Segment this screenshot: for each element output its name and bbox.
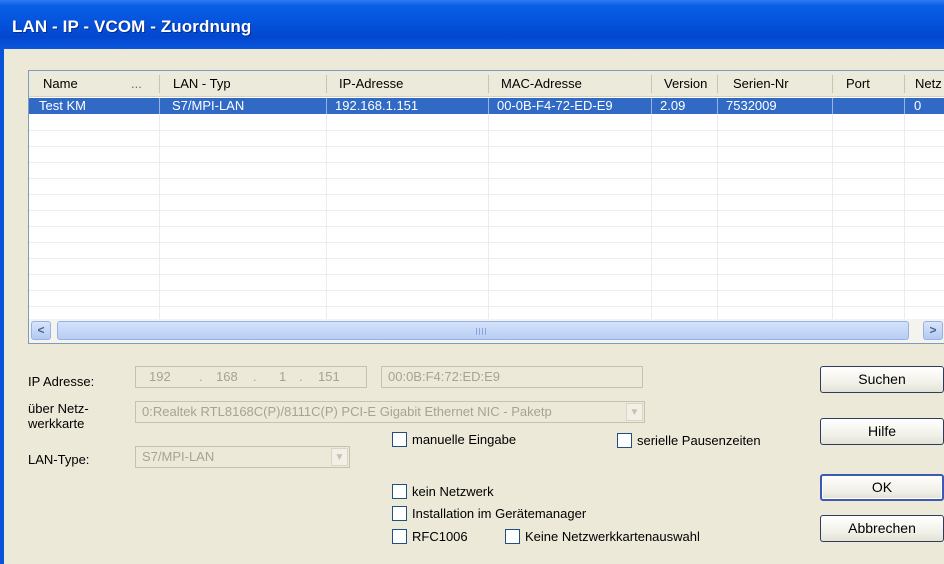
ip-address-field[interactable]: 192 . 168 . 1 . 151	[135, 366, 367, 388]
column-header-port[interactable]: Port	[839, 71, 870, 96]
grid-line	[29, 242, 944, 243]
network-card-label-line1: über Netz-	[28, 401, 89, 416]
keine-netzwerkkartenauswahl-label: Keine Netzwerkkartenauswahl	[525, 529, 700, 544]
title-bar[interactable]: LAN - IP - VCOM - Zuordnung	[0, 0, 944, 49]
grid-line	[29, 226, 944, 227]
grid-line	[29, 290, 944, 291]
rfc1006-label: RFC1006	[412, 529, 468, 544]
network-card-select[interactable]: 0:Realtek RTL8168C(P)/8111C(P) PCI-E Gig…	[135, 401, 645, 423]
column-header-netz[interactable]: Netz	[908, 71, 942, 96]
cell-divider	[904, 98, 905, 114]
ip-address-label: IP Adresse:	[28, 374, 95, 389]
ip-octet-4: 151	[318, 369, 340, 384]
serielle-pausenzeiten-label: serielle Pausenzeiten	[637, 433, 761, 448]
network-card-value: 0:Realtek RTL8168C(P)/8111C(P) PCI-E Gig…	[142, 404, 552, 419]
ip-dot: .	[199, 369, 203, 384]
cell-divider	[326, 98, 327, 114]
column-header-name[interactable]: Name	[36, 71, 78, 96]
column-header-more[interactable]: ...	[124, 71, 142, 96]
hilfe-button[interactable]: Hilfe	[820, 418, 944, 445]
scroll-thumb[interactable]	[57, 321, 909, 340]
kein-netzwerk-label: kein Netzwerk	[412, 484, 494, 499]
ip-octet-3: 1	[279, 369, 287, 384]
window-border	[0, 49, 4, 564]
cell-divider	[832, 98, 833, 114]
ip-dot: .	[253, 369, 257, 384]
cell-divider	[651, 98, 652, 114]
abbrechen-button[interactable]: Abbrechen	[820, 515, 944, 542]
chevron-left-icon: <	[37, 323, 45, 337]
kein-netzwerk-checkbox[interactable]	[392, 484, 407, 499]
grip-icon	[476, 328, 488, 335]
ok-button[interactable]: OK	[820, 474, 944, 501]
scroll-right-button[interactable]: >	[923, 321, 943, 340]
suchen-button[interactable]: Suchen	[820, 366, 944, 393]
ip-octet-2: 168	[216, 369, 238, 384]
installation-geraetemanager-checkbox[interactable]	[392, 506, 407, 521]
grid-line	[29, 146, 944, 147]
column-divider[interactable]	[159, 75, 160, 93]
ip-octet-1: 192	[149, 369, 171, 384]
dialog-window: LAN - IP - VCOM - Zuordnung Name ... LAN…	[0, 0, 944, 564]
cell-lan-typ: S7/MPI-LAN	[172, 98, 245, 113]
cell-netz: 0	[914, 98, 922, 113]
ip-dot: .	[299, 369, 303, 384]
list-header: Name ... LAN - Typ IP-Adresse MAC-Adress…	[29, 71, 944, 97]
column-header-serien-nr[interactable]: Serien-Nr	[726, 71, 789, 96]
column-header-lan-typ[interactable]: LAN - Typ	[166, 71, 231, 96]
cell-serien-nr: 7532009	[726, 98, 777, 113]
device-list[interactable]: Name ... LAN - Typ IP-Adresse MAC-Adress…	[28, 70, 944, 344]
column-divider[interactable]	[832, 75, 833, 93]
chevron-down-icon[interactable]: ▼	[626, 403, 643, 421]
cell-version: 2.09	[660, 98, 686, 113]
grid-line	[29, 162, 944, 163]
grid-line	[29, 258, 944, 259]
keine-netzwerkkartenauswahl-checkbox[interactable]	[505, 529, 520, 544]
column-divider[interactable]	[717, 75, 718, 93]
lan-type-value: S7/MPI-LAN	[142, 449, 215, 464]
grid-line	[29, 130, 944, 131]
grid-line	[29, 274, 944, 275]
lan-type-select[interactable]: S7/MPI-LAN ▼	[135, 446, 350, 468]
chevron-down-icon[interactable]: ▼	[331, 448, 348, 466]
cell-mac: 00-0B-F4-72-ED-E9	[497, 98, 613, 113]
manuelle-eingabe-label: manuelle Eingabe	[412, 432, 517, 447]
column-divider[interactable]	[904, 75, 905, 93]
column-header-mac-adresse[interactable]: MAC-Adresse	[494, 71, 582, 96]
grid-line	[29, 178, 944, 179]
column-header-ip-adresse[interactable]: IP-Adresse	[332, 71, 403, 96]
cell-ip: 192.168.1.151	[335, 98, 419, 113]
network-card-label-line2: werkkarte	[28, 416, 85, 431]
rfc1006-checkbox[interactable]	[392, 529, 407, 544]
grid-line	[29, 306, 944, 307]
window-title: LAN - IP - VCOM - Zuordnung	[12, 17, 252, 36]
column-header-version[interactable]: Version	[657, 71, 707, 96]
scroll-left-button[interactable]: <	[31, 321, 51, 340]
column-divider[interactable]	[488, 75, 489, 93]
table-row[interactable]: Test KM S7/MPI-LAN 192.168.1.151 00-0B-F…	[29, 98, 944, 114]
chevron-right-icon: >	[929, 323, 937, 337]
horizontal-scrollbar[interactable]: < >	[29, 319, 944, 343]
mac-address-field[interactable]: 00:0B:F4:72:ED:E9	[381, 366, 643, 388]
cell-port	[835, 98, 841, 114]
manuelle-eingabe-checkbox[interactable]	[392, 432, 407, 447]
column-divider[interactable]	[651, 75, 652, 93]
grid-line	[29, 210, 944, 211]
grid-line	[29, 194, 944, 195]
column-divider[interactable]	[326, 75, 327, 93]
serielle-pausenzeiten-checkbox[interactable]	[617, 433, 632, 448]
installation-geraetemanager-label: Installation im Gerätemanager	[412, 506, 587, 521]
cell-divider	[159, 98, 160, 114]
cell-divider	[488, 98, 489, 114]
cell-divider	[717, 98, 718, 114]
lan-type-label: LAN-Type:	[28, 452, 90, 467]
cell-name: Test KM	[39, 98, 86, 113]
